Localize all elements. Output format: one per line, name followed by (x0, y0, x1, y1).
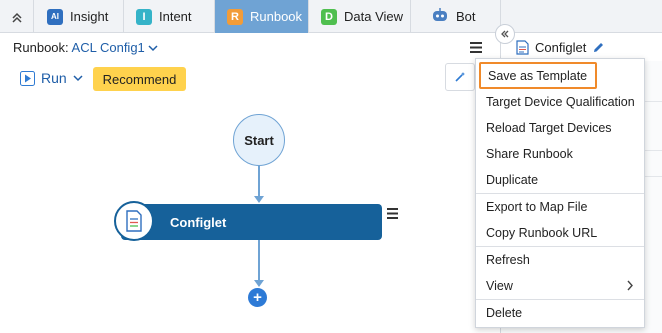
chevron-right-icon (627, 280, 633, 291)
collapse-panel-button[interactable] (495, 24, 515, 44)
tab-bar: AI Insight I Intent R Runbook D Data Vie… (0, 0, 662, 33)
panel-title: Configlet (535, 40, 587, 55)
tab-insight[interactable]: AI Insight (35, 0, 124, 33)
magic-wand-icon (455, 72, 465, 82)
tab-label: Runbook (250, 9, 303, 24)
auto-layout-button[interactable] (445, 63, 475, 91)
menu-item-target-device-qualification[interactable]: Target Device Qualification (476, 89, 644, 115)
collapse-tabs-button[interactable] (0, 0, 34, 33)
double-chevron-left-icon (501, 30, 509, 38)
chevron-down-icon (73, 75, 83, 82)
menu-item-label: View (486, 279, 513, 293)
bot-icon (431, 7, 449, 26)
runbook-context-menu: Save as Template Target Device Qualifica… (475, 58, 645, 328)
tab-label: Data View (344, 9, 404, 24)
menu-item-reload-target-devices[interactable]: Reload Target Devices (476, 115, 644, 141)
configlet-node-icon (114, 201, 154, 241)
tab-runbook[interactable]: R Runbook (215, 0, 309, 33)
start-node[interactable]: Start (233, 114, 285, 166)
menu-item-share-runbook[interactable]: Share Runbook (476, 141, 644, 167)
document-icon (126, 210, 142, 232)
chevron-down-icon (148, 45, 158, 52)
runbook-menu-button[interactable] (470, 41, 482, 56)
double-chevron-up-icon (11, 12, 22, 23)
tab-label: Insight (70, 9, 109, 24)
connector-line (258, 166, 260, 196)
runbook-name: ACL Config1 (71, 40, 145, 55)
configlet-panel-header: Configlet (516, 40, 605, 55)
node-label: Configlet (170, 214, 227, 230)
menu-item-view[interactable]: View (476, 273, 644, 299)
connector-line (258, 240, 260, 280)
runbook-icon: R (227, 8, 243, 25)
arrow-down-icon (254, 280, 264, 287)
menu-item-save-as-template[interactable]: Save as Template (479, 62, 597, 89)
tab-label: Intent (159, 9, 192, 24)
intent-icon: I (136, 8, 152, 25)
tab-data-view[interactable]: D Data View (309, 0, 411, 33)
tab-label: Bot (456, 9, 476, 24)
recommend-button[interactable]: Recommend (93, 67, 186, 91)
ai-icon: AI (47, 8, 63, 25)
menu-item-delete[interactable]: Delete (476, 300, 644, 326)
document-icon (516, 40, 529, 55)
menu-item-refresh[interactable]: Refresh (476, 247, 644, 273)
runbook-name-dropdown[interactable]: ACL Config1 (72, 40, 159, 55)
runbook-prefix: Runbook: (13, 40, 72, 55)
runbook-header: Runbook: ACL Config1 (0, 34, 500, 61)
configlet-node[interactable]: Configlet (121, 204, 382, 240)
play-icon (20, 70, 35, 86)
arrow-down-icon (254, 196, 264, 203)
node-menu-button[interactable] (387, 207, 398, 222)
menu-item-duplicate[interactable]: Duplicate (476, 167, 644, 193)
hamburger-icon (387, 208, 398, 219)
plus-icon: + (253, 289, 262, 306)
dataview-icon: D (321, 8, 337, 25)
add-node-button[interactable]: + (248, 288, 267, 307)
runbook-title: Runbook: ACL Config1 (13, 40, 158, 55)
run-label: Run (41, 70, 67, 86)
hamburger-icon (470, 42, 482, 53)
edit-icon[interactable] (592, 41, 605, 54)
run-button[interactable]: Run (20, 70, 83, 86)
menu-item-export-to-map-file[interactable]: Export to Map File (476, 194, 644, 220)
tab-bot[interactable]: Bot (411, 0, 501, 33)
tab-intent[interactable]: I Intent (124, 0, 215, 33)
menu-item-copy-runbook-url[interactable]: Copy Runbook URL (476, 220, 644, 246)
